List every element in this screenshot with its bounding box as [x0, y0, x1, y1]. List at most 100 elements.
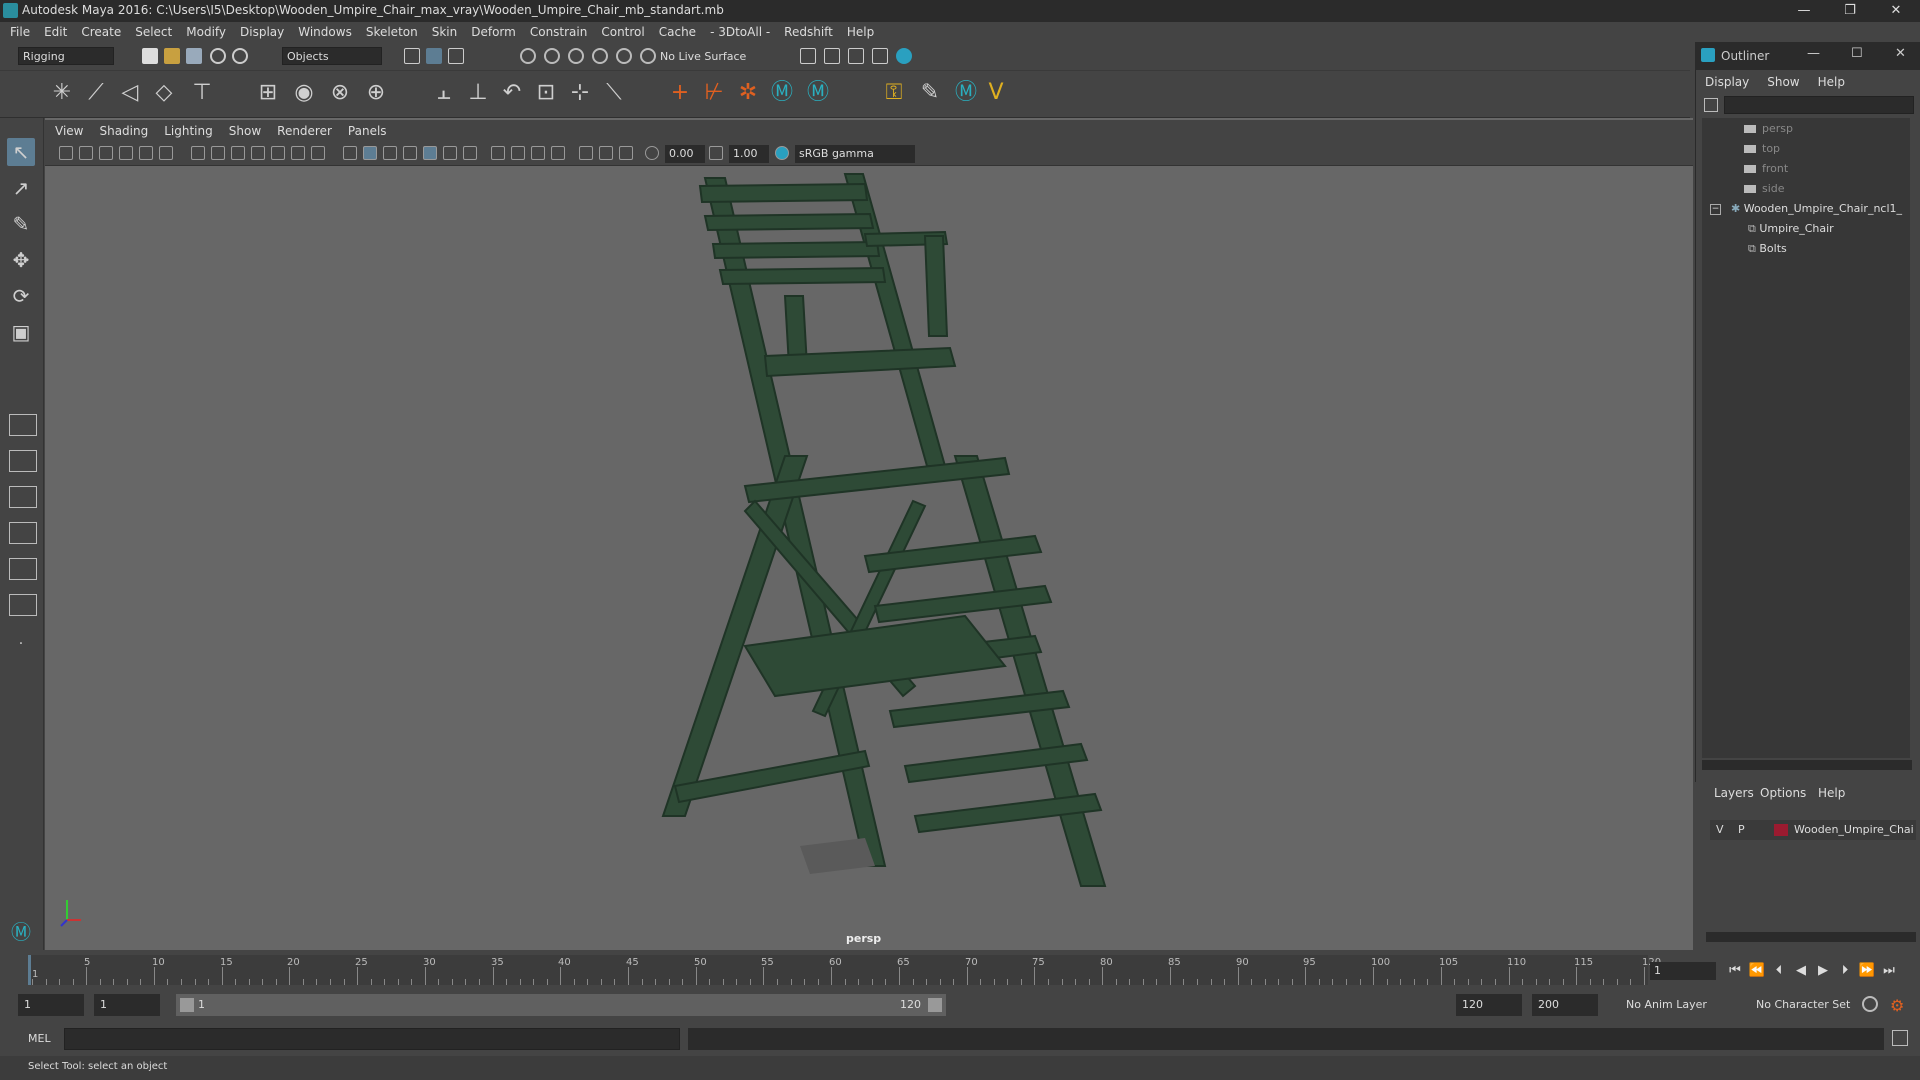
shade-wire-icon[interactable]	[383, 146, 397, 160]
menu-file[interactable]: File	[10, 25, 30, 39]
four-pane-layout-icon[interactable]	[9, 450, 37, 472]
motion-blur-icon[interactable]	[491, 146, 505, 160]
mel-label[interactable]: MEL	[28, 1032, 51, 1045]
snap-curve-icon[interactable]	[544, 48, 560, 64]
menu-skeleton[interactable]: Skeleton	[366, 25, 418, 39]
rotate-tool-icon[interactable]: ⟳	[7, 282, 35, 310]
brush-icon[interactable]: ✎	[918, 81, 942, 105]
close-button[interactable]: ✕	[1876, 0, 1916, 22]
outliner-filter-icon[interactable]	[1704, 98, 1718, 112]
layers-menu-options[interactable]: Options	[1760, 786, 1806, 800]
render-settings-icon[interactable]	[800, 48, 816, 64]
color-management-icon[interactable]	[775, 146, 789, 160]
hik-icon[interactable]: Ⓜ	[770, 81, 794, 105]
snap-surface-icon[interactable]	[616, 48, 632, 64]
paint-weights-icon[interactable]: ◉	[292, 81, 316, 105]
open-scene-icon[interactable]	[164, 48, 180, 64]
menu-cache[interactable]: Cache	[659, 25, 696, 39]
render-frame-icon[interactable]	[848, 48, 864, 64]
collapse-icon[interactable]: −	[1710, 203, 1721, 215]
play-backward-icon[interactable]: ◀	[1792, 962, 1810, 980]
select-component-icon[interactable]	[448, 48, 464, 64]
layer-playback-toggle[interactable]: P	[1738, 823, 1745, 836]
constraint-point-icon[interactable]: ⊥	[466, 81, 490, 105]
snap-view-icon[interactable]	[592, 48, 608, 64]
menu-3dtoall[interactable]: - 3DtoAll -	[710, 25, 770, 39]
hypershade-icon[interactable]	[896, 48, 912, 64]
single-pane-layout-icon[interactable]	[9, 414, 37, 436]
xray-components-icon[interactable]	[619, 146, 633, 160]
select-object-icon[interactable]	[426, 48, 442, 64]
scale-tool-icon[interactable]: ▣	[7, 318, 35, 346]
tree-item-group[interactable]: − ✱ Wooden_Umpire_Chair_ncl1_	[1710, 202, 1902, 220]
tree-item-side[interactable]: side	[1744, 182, 1785, 200]
outliner-search-input[interactable]	[1724, 96, 1914, 114]
live-surface-label[interactable]: No Live Surface	[660, 50, 746, 63]
range-slider-bar[interactable]: 1 120	[176, 994, 946, 1016]
render-view-icon[interactable]	[824, 48, 840, 64]
depth-of-field-icon[interactable]	[531, 146, 545, 160]
snap-point-icon[interactable]	[568, 48, 584, 64]
layers-menu-layers[interactable]: Layers	[1714, 786, 1754, 800]
select-tool-icon[interactable]: ↖	[7, 138, 35, 166]
command-input[interactable]	[64, 1028, 680, 1050]
outliner-menu-show[interactable]: Show	[1767, 75, 1799, 89]
menu-control[interactable]: Control	[601, 25, 644, 39]
maya-m-icon[interactable]: Ⓜ	[954, 81, 978, 105]
outliner-persp-layout-icon[interactable]	[9, 558, 37, 580]
wireframe-icon[interactable]	[343, 146, 357, 160]
textured-icon[interactable]	[403, 146, 417, 160]
vp-menu-shading[interactable]: Shading	[99, 124, 148, 138]
go-to-start-icon[interactable]: ⏮	[1726, 962, 1744, 980]
view-transform-icon[interactable]	[139, 146, 153, 160]
go-to-end-icon[interactable]: ⏭	[1880, 962, 1898, 980]
lattice-icon[interactable]: ⊗	[328, 81, 352, 105]
viewport-canvas[interactable]	[45, 166, 1693, 950]
redo-icon[interactable]	[232, 48, 248, 64]
layer-color-swatch[interactable]	[1774, 824, 1788, 836]
mirror-joint-icon[interactable]: ◇	[152, 81, 176, 105]
cluster-icon[interactable]: ⊕	[364, 81, 388, 105]
vp-menu-view[interactable]: View	[55, 124, 83, 138]
gamma-icon[interactable]	[709, 146, 723, 160]
current-frame-marker[interactable]	[28, 955, 31, 985]
constraint-aim-icon[interactable]: ⊹	[568, 81, 592, 105]
playback-start-field[interactable]: 1	[94, 994, 160, 1016]
xray-icon[interactable]	[579, 146, 593, 160]
image-plane-icon[interactable]	[119, 146, 133, 160]
range-end-handle[interactable]	[928, 998, 942, 1012]
move-tool-icon[interactable]: ✥	[7, 246, 35, 274]
ik-handle-icon[interactable]: ⟋	[84, 81, 108, 105]
set-key-icon[interactable]: ⚿	[882, 81, 906, 105]
safe-title-icon[interactable]	[311, 146, 325, 160]
tree-item-bolts[interactable]: ⧉ Bolts	[1748, 242, 1787, 260]
range-start-handle[interactable]	[180, 998, 194, 1012]
menu-redshift[interactable]: Redshift	[784, 25, 833, 39]
select-hierarchy-icon[interactable]	[404, 48, 420, 64]
menu-modify[interactable]: Modify	[186, 25, 226, 39]
tree-item-front[interactable]: front	[1744, 162, 1788, 180]
script-editor-icon[interactable]	[1892, 1030, 1908, 1046]
resolution-gate-icon[interactable]	[231, 146, 245, 160]
outliner-menu-display[interactable]: Display	[1705, 75, 1749, 89]
time-ruler[interactable]: 1 5 10 15 20 25 30 35 40 45 50 55 60 65 70 75 80 85 90 95 10…	[28, 955, 1661, 985]
field-chart-icon[interactable]	[271, 146, 285, 160]
paint-select-tool-icon[interactable]: ✎	[7, 210, 35, 238]
joint-tool-icon[interactable]: ✳	[50, 81, 74, 105]
ik-fk-icon[interactable]: ✲	[736, 81, 760, 105]
maximize-button[interactable]: ❐	[1830, 0, 1870, 22]
outliner-minimize-button[interactable]: —	[1807, 46, 1820, 61]
play-forward-icon[interactable]: ▶	[1814, 962, 1832, 980]
playback-end-field[interactable]: 120	[1456, 994, 1522, 1016]
current-frame-field[interactable]: 1	[1650, 962, 1716, 980]
menu-create[interactable]: Create	[81, 25, 121, 39]
save-scene-icon[interactable]	[186, 48, 202, 64]
vp-menu-show[interactable]: Show	[229, 124, 261, 138]
bookmark-icon[interactable]	[99, 146, 113, 160]
animation-start-field[interactable]: 1	[18, 994, 84, 1016]
camera-attributes-icon[interactable]	[79, 146, 93, 160]
outliner-menu-help[interactable]: Help	[1818, 75, 1845, 89]
outliner-maximize-button[interactable]: ☐	[1851, 46, 1863, 61]
constraint-scale-icon[interactable]: ⊡	[534, 81, 558, 105]
constraint-orient-icon[interactable]: ↶	[500, 81, 524, 105]
